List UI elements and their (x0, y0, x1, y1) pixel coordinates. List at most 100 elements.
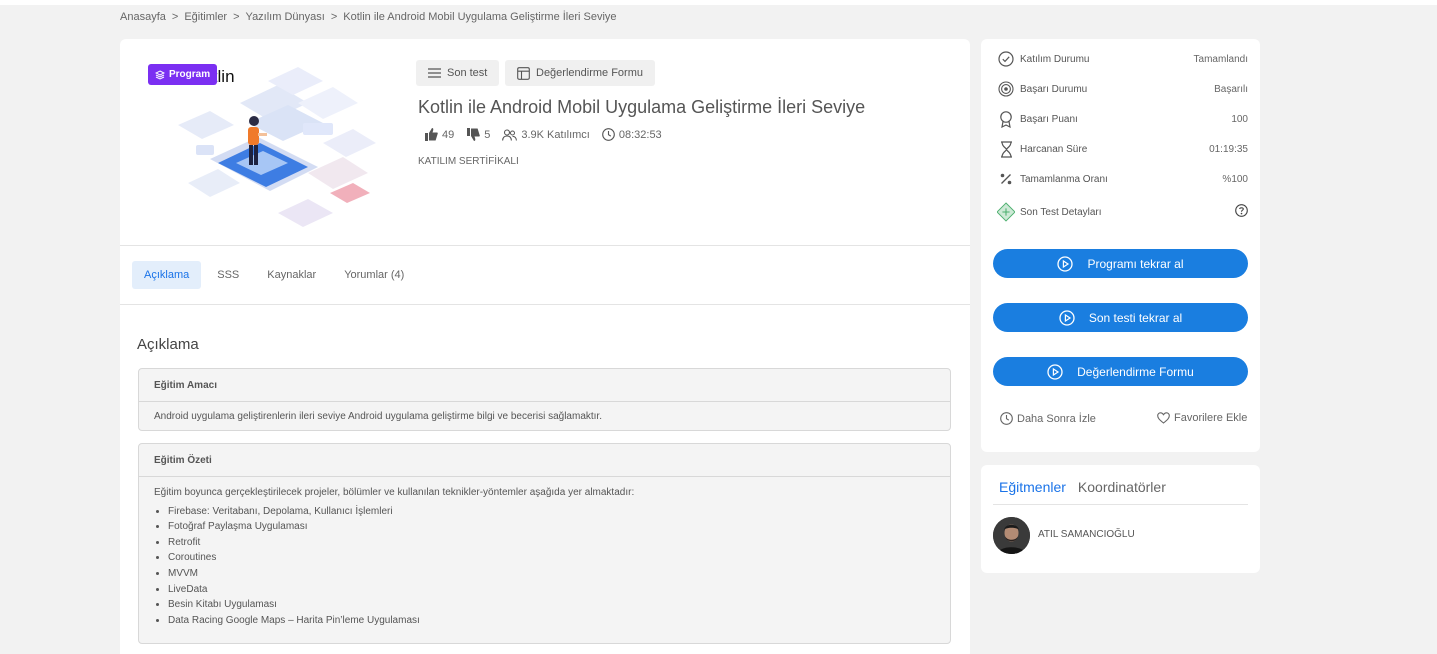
award-icon (1000, 110, 1012, 128)
course-tabs: Açıklama SSS Kaynaklar Yorumlar (4) (132, 261, 416, 289)
breadcrumb-trainings[interactable]: Eğitimler (184, 11, 227, 23)
play-circle-icon (1059, 309, 1075, 326)
tab-faq[interactable]: SSS (205, 261, 251, 289)
success-label: Başarı Durumu (1020, 83, 1088, 95)
tab-resources[interactable]: Kaynaklar (255, 261, 328, 289)
play-circle-icon (1057, 255, 1074, 272)
menu-icon (428, 68, 441, 78)
summary-title: Eğitim Özeti (139, 444, 950, 477)
avatar[interactable] (993, 517, 1030, 554)
certificate-label: KATILIM SERTİFİKALI (418, 156, 519, 167)
duration-value: 08:32:53 (618, 128, 662, 141)
participants-count: 3.9K Katılımcı (521, 128, 590, 141)
retake-last-test-label: Son testi tekrar al (1088, 310, 1183, 325)
divider (993, 504, 1248, 505)
breadcrumb-home[interactable]: Anasayfa (120, 11, 166, 23)
list-item: MVVM (168, 566, 935, 582)
purpose-title: Eğitim Amacı (139, 369, 950, 402)
last-test-details[interactable]: Son Test Detayları (997, 202, 1248, 222)
tab-coordinators[interactable]: Koordinatörler (1078, 479, 1166, 495)
last-test-details-label: Son Test Detayları (1020, 206, 1102, 218)
list-item: Retrofit (168, 535, 935, 551)
evaluation-form-side-button[interactable]: Değerlendirme Formu (993, 357, 1248, 386)
users-icon (502, 128, 518, 141)
breadcrumb-current: Kotlin ile Android Mobil Uygulama Gelişt… (343, 11, 617, 23)
help-icon[interactable] (1235, 204, 1248, 220)
watch-later-button[interactable]: Daha Sonra İzle (1000, 412, 1096, 425)
likes-count: 49 (442, 128, 455, 141)
list-item: Besin Kitabı Uygulaması (168, 597, 935, 613)
score-label: Başarı Puanı (1020, 113, 1078, 125)
breadcrumb-separator: > (330, 11, 338, 23)
time-spent-label: Harcanan Süre (1020, 143, 1088, 155)
top-strip (0, 0, 1437, 5)
completion-value: %100 (1222, 173, 1248, 185)
breadcrumb-separator: > (171, 11, 179, 23)
evaluation-form-side-label: Değerlendirme Formu (1077, 364, 1194, 379)
dislikes-count: 5 (484, 128, 491, 141)
retake-program-button[interactable]: Programı tekrar al (993, 249, 1248, 278)
participants: 3.9K Katılımcı (502, 128, 590, 141)
breadcrumb-separator: > (233, 11, 240, 23)
tab-instructors[interactable]: Eğitmenler (999, 479, 1066, 495)
target-icon (998, 81, 1014, 97)
list-item: Data Racing Google Maps – Harita Pin’lem… (168, 613, 935, 629)
purpose-text: Android uygulama geliştirenlerin ileri s… (154, 411, 602, 422)
course-main-card: Program Kotlin Son (120, 39, 970, 654)
list-item: Firebase: Veritabanı, Depolama, Kullanıc… (168, 504, 935, 520)
evaluation-form-label: Değerlendirme Formu (536, 67, 643, 79)
success-status: Başarı Durumu Başarılı (997, 80, 1248, 98)
clock-icon (1000, 412, 1013, 425)
list-item: LiveData (168, 582, 935, 598)
add-favorites-label: Favorilere Ekle (1174, 412, 1248, 424)
summary-body: Eğitim boyunca gerçekleştirilecek projel… (139, 477, 950, 636)
list-item: Fotoğraf Paylaşma Uygulaması (168, 519, 935, 535)
course-meta: 49 5 3.9K Katılımcı 08:32:53 (424, 128, 662, 141)
completion-status: Tamamlanma Oranı %100 (997, 170, 1248, 188)
heart-icon (1157, 412, 1170, 424)
team-tabs: Eğitmenler Koordinatörler (999, 479, 1166, 495)
instructor-name[interactable]: ATIL SAMANCIOĞLU (1038, 529, 1135, 540)
play-circle-icon (1047, 363, 1063, 380)
percent-icon (1000, 173, 1012, 185)
breadcrumb: Anasayfa > Eğitimler > Yazılım Dünyası > Kotli… (120, 11, 617, 23)
dislikes[interactable]: 5 (466, 128, 490, 141)
participation-value: Tamamlandı (1193, 53, 1248, 65)
last-test-button[interactable]: Son test (416, 60, 500, 86)
breadcrumb-software-world[interactable]: Yazılım Dünyası (246, 11, 325, 23)
last-test-label: Son test (447, 67, 488, 79)
thumbs-up-icon (425, 128, 438, 141)
participation-status: Katılım Durumu Tamamlandı (997, 50, 1248, 68)
summary-list: Firebase: Veritabanı, Depolama, Kullanıc… (154, 504, 935, 629)
duration: 08:32:53 (602, 128, 662, 141)
tab-comments[interactable]: Yorumlar (4) (332, 261, 416, 289)
participation-label: Katılım Durumu (1020, 53, 1090, 65)
status-card: Katılım Durumu Tamamlandı Başarı Durumu … (981, 39, 1260, 452)
clock-icon (602, 128, 615, 141)
team-card: Eğitmenler Koordinatörler ATIL SAMANCIOĞ… (981, 465, 1260, 573)
add-favorites-button[interactable]: Favorilere Ekle (1157, 412, 1247, 424)
score-status: Başarı Puanı 100 (997, 110, 1248, 128)
check-circle-icon (998, 51, 1014, 67)
time-spent-status: Harcanan Süre 01:19:35 (997, 140, 1248, 158)
description-heading: Açıklama (137, 336, 199, 353)
evaluation-form-button[interactable]: Değerlendirme Formu (505, 60, 655, 86)
retake-last-test-button[interactable]: Son testi tekrar al (993, 303, 1248, 332)
divider (120, 304, 970, 305)
likes[interactable]: 49 (424, 128, 454, 141)
course-illustration (178, 67, 376, 227)
tab-description[interactable]: Açıklama (132, 261, 202, 289)
summary-box: Eğitim Özeti Eğitim boyunca gerçekleştir… (138, 443, 951, 644)
layers-icon (155, 69, 165, 80)
success-value: Başarılı (1214, 83, 1248, 95)
divider (120, 245, 970, 246)
time-spent-value: 01:19:35 (1209, 143, 1248, 155)
form-icon (517, 66, 530, 80)
retake-program-label: Programı tekrar al (1087, 256, 1184, 271)
program-badge: Program (148, 64, 218, 85)
completion-label: Tamamlanma Oranı (1020, 173, 1108, 185)
list-item: Coroutines (168, 550, 935, 566)
purpose-box: Eğitim Amacı Android uygulama geliştiren… (138, 368, 951, 431)
course-title: Kotlin ile Android Mobil Uygulama Gelişt… (418, 97, 866, 117)
score-value: 100 (1231, 113, 1248, 125)
